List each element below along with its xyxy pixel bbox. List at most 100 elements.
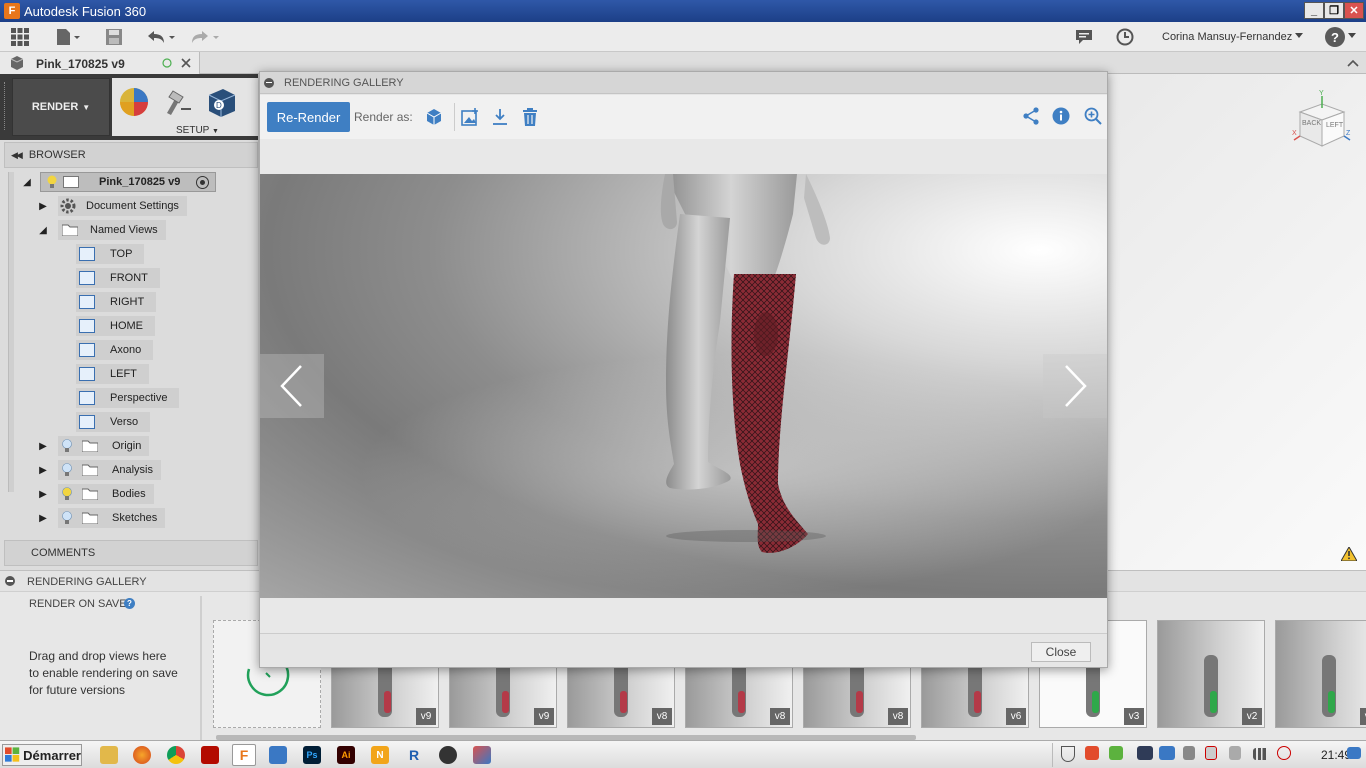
expand-analysis-icon[interactable]: ▶ [38, 465, 48, 476]
photoshop-icon[interactable]: Ps [303, 746, 321, 764]
data-panel-grid-icon[interactable] [10, 27, 30, 47]
illustrator-icon[interactable]: Ai [337, 746, 355, 764]
visibility-bulb-icon[interactable] [58, 508, 76, 528]
render-on-save-help-icon[interactable]: ? [124, 598, 135, 609]
collapse-named-views-icon[interactable]: ◢ [38, 225, 48, 236]
named-view-perspective[interactable]: Perspective [76, 388, 180, 408]
gallery-thumbnail[interactable]: v2 [1157, 620, 1265, 728]
named-view-verso[interactable]: Verso [76, 412, 151, 432]
dialog-header[interactable]: RENDERING GALLERY [260, 72, 1107, 94]
cloud-render-icon[interactable] [423, 106, 445, 128]
edit-image-icon[interactable] [459, 106, 481, 128]
tree-folder-sketches[interactable]: Sketches [58, 508, 166, 528]
expand-document-settings-icon[interactable]: ▶ [38, 201, 48, 212]
named-view-front[interactable]: FRONT [76, 268, 160, 288]
named-view-left[interactable]: LEFT [76, 364, 149, 384]
tree-folder-analysis[interactable]: Analysis [58, 460, 161, 480]
texture-map-icon[interactable]: D [204, 86, 238, 118]
show-desktop-icon[interactable] [1347, 747, 1361, 759]
delete-trash-icon[interactable] [519, 106, 541, 128]
visibility-bulb-icon[interactable] [58, 460, 76, 480]
firefox-icon[interactable] [133, 746, 151, 764]
expand-origin-icon[interactable]: ▶ [38, 441, 48, 452]
user-name[interactable]: Corina Mansuy-Fernandez [1162, 31, 1292, 43]
undo-icon[interactable] [144, 27, 178, 47]
app-cube-icon[interactable] [473, 746, 491, 764]
job-status-clock-icon[interactable] [1115, 27, 1135, 47]
tray-printer-icon[interactable] [1183, 746, 1195, 760]
comments-header[interactable]: COMMENTS [4, 540, 258, 566]
browser-scrollbar[interactable] [8, 172, 14, 492]
comments-icon[interactable] [1074, 27, 1094, 47]
revit-icon[interactable]: R [405, 746, 423, 764]
axis-y-label: Y [1319, 90, 1324, 97]
info-icon[interactable] [1050, 105, 1072, 127]
minimize-button[interactable]: _ [1304, 2, 1324, 19]
warning-icon[interactable] [1340, 546, 1358, 562]
scene-settings-icon[interactable] [160, 86, 194, 118]
thumbnail-leg [384, 691, 391, 713]
expand-bodies-icon[interactable]: ▶ [38, 489, 48, 500]
network-app-icon[interactable] [269, 746, 287, 764]
restore-button[interactable]: ❐ [1324, 2, 1344, 19]
app-n-icon[interactable]: N [371, 746, 389, 764]
expand-sketches-icon[interactable]: ▶ [38, 513, 48, 524]
file-menu-icon[interactable] [54, 27, 82, 47]
browser-header[interactable]: ◀◀ BROWSER [4, 142, 258, 168]
help-menu-chevron-icon[interactable] [1347, 31, 1357, 41]
explorer-icon[interactable] [100, 746, 118, 764]
named-view-axono[interactable]: Axono [76, 340, 154, 360]
minimize-dialog-icon[interactable] [264, 77, 274, 88]
tray-monitor-icon[interactable] [1137, 746, 1153, 760]
collapse-gallery-icon[interactable] [5, 576, 15, 586]
tree-named-views[interactable]: Named Views [58, 220, 166, 240]
fusion360-taskbar-icon[interactable]: F [232, 744, 256, 766]
share-icon[interactable] [1020, 105, 1042, 127]
close-window-button[interactable]: ✕ [1344, 2, 1364, 19]
save-icon[interactable] [104, 27, 124, 47]
tree-root[interactable]: Pink_170825 v9 [40, 172, 216, 192]
appearance-icon[interactable] [118, 86, 150, 118]
start-button[interactable]: Démarrer [2, 744, 82, 766]
download-icon[interactable] [489, 106, 511, 128]
gallery-thumbnail[interactable]: v2 [1275, 620, 1366, 728]
named-view-home[interactable]: HOME [76, 316, 155, 336]
zoom-in-icon[interactable] [1082, 105, 1104, 127]
setup-label[interactable]: SETUP ▼ [176, 125, 219, 136]
previous-image-button[interactable] [260, 354, 324, 418]
tree-folder-bodies[interactable]: Bodies [58, 484, 154, 504]
rendered-image[interactable] [260, 174, 1107, 598]
app-circle-icon[interactable] [439, 746, 457, 764]
visibility-bulb-icon[interactable] [41, 175, 63, 189]
tray-app-icon[interactable] [1085, 746, 1099, 760]
acrobat-icon[interactable] [201, 746, 219, 764]
tree-folder-origin[interactable]: Origin [58, 436, 150, 456]
viewcube[interactable]: BACK LEFT X Y Z [1292, 90, 1352, 154]
named-view-right[interactable]: RIGHT [76, 292, 157, 312]
workspace-switcher-button[interactable]: RENDER ▼ [12, 78, 110, 136]
tray-alert-icon[interactable] [1205, 746, 1217, 760]
chrome-icon[interactable] [167, 746, 185, 764]
document-tab[interactable]: Pink_170825 v9 [0, 52, 200, 74]
collapse-root-icon[interactable]: ◢ [22, 177, 32, 188]
close-dialog-button[interactable]: Close [1031, 642, 1091, 662]
shield-icon[interactable] [1061, 746, 1075, 762]
user-menu-chevron-icon[interactable] [1294, 31, 1304, 41]
tree-document-settings[interactable]: Document Settings [58, 196, 187, 216]
activate-component-icon[interactable] [196, 176, 209, 189]
re-render-button[interactable]: Re-Render [267, 102, 350, 132]
visibility-bulb-icon[interactable] [58, 436, 76, 456]
help-icon[interactable]: ? [1325, 27, 1345, 47]
close-tab-icon[interactable] [179, 56, 193, 70]
volume-muted-icon[interactable] [1277, 746, 1291, 760]
collapse-toolbar-chevron-icon[interactable] [1346, 56, 1360, 70]
tray-usb-icon[interactable] [1229, 746, 1241, 760]
collapse-browser-icon[interactable]: ◀◀ [11, 150, 23, 161]
signal-strength-icon[interactable] [1253, 748, 1269, 760]
named-view-top[interactable]: TOP [76, 244, 145, 264]
redo-icon[interactable] [188, 27, 222, 47]
tray-sync-icon[interactable] [1109, 746, 1123, 760]
tray-bluetooth-icon[interactable] [1159, 746, 1175, 760]
visibility-bulb-icon[interactable] [58, 484, 76, 504]
next-image-button[interactable] [1043, 354, 1107, 418]
